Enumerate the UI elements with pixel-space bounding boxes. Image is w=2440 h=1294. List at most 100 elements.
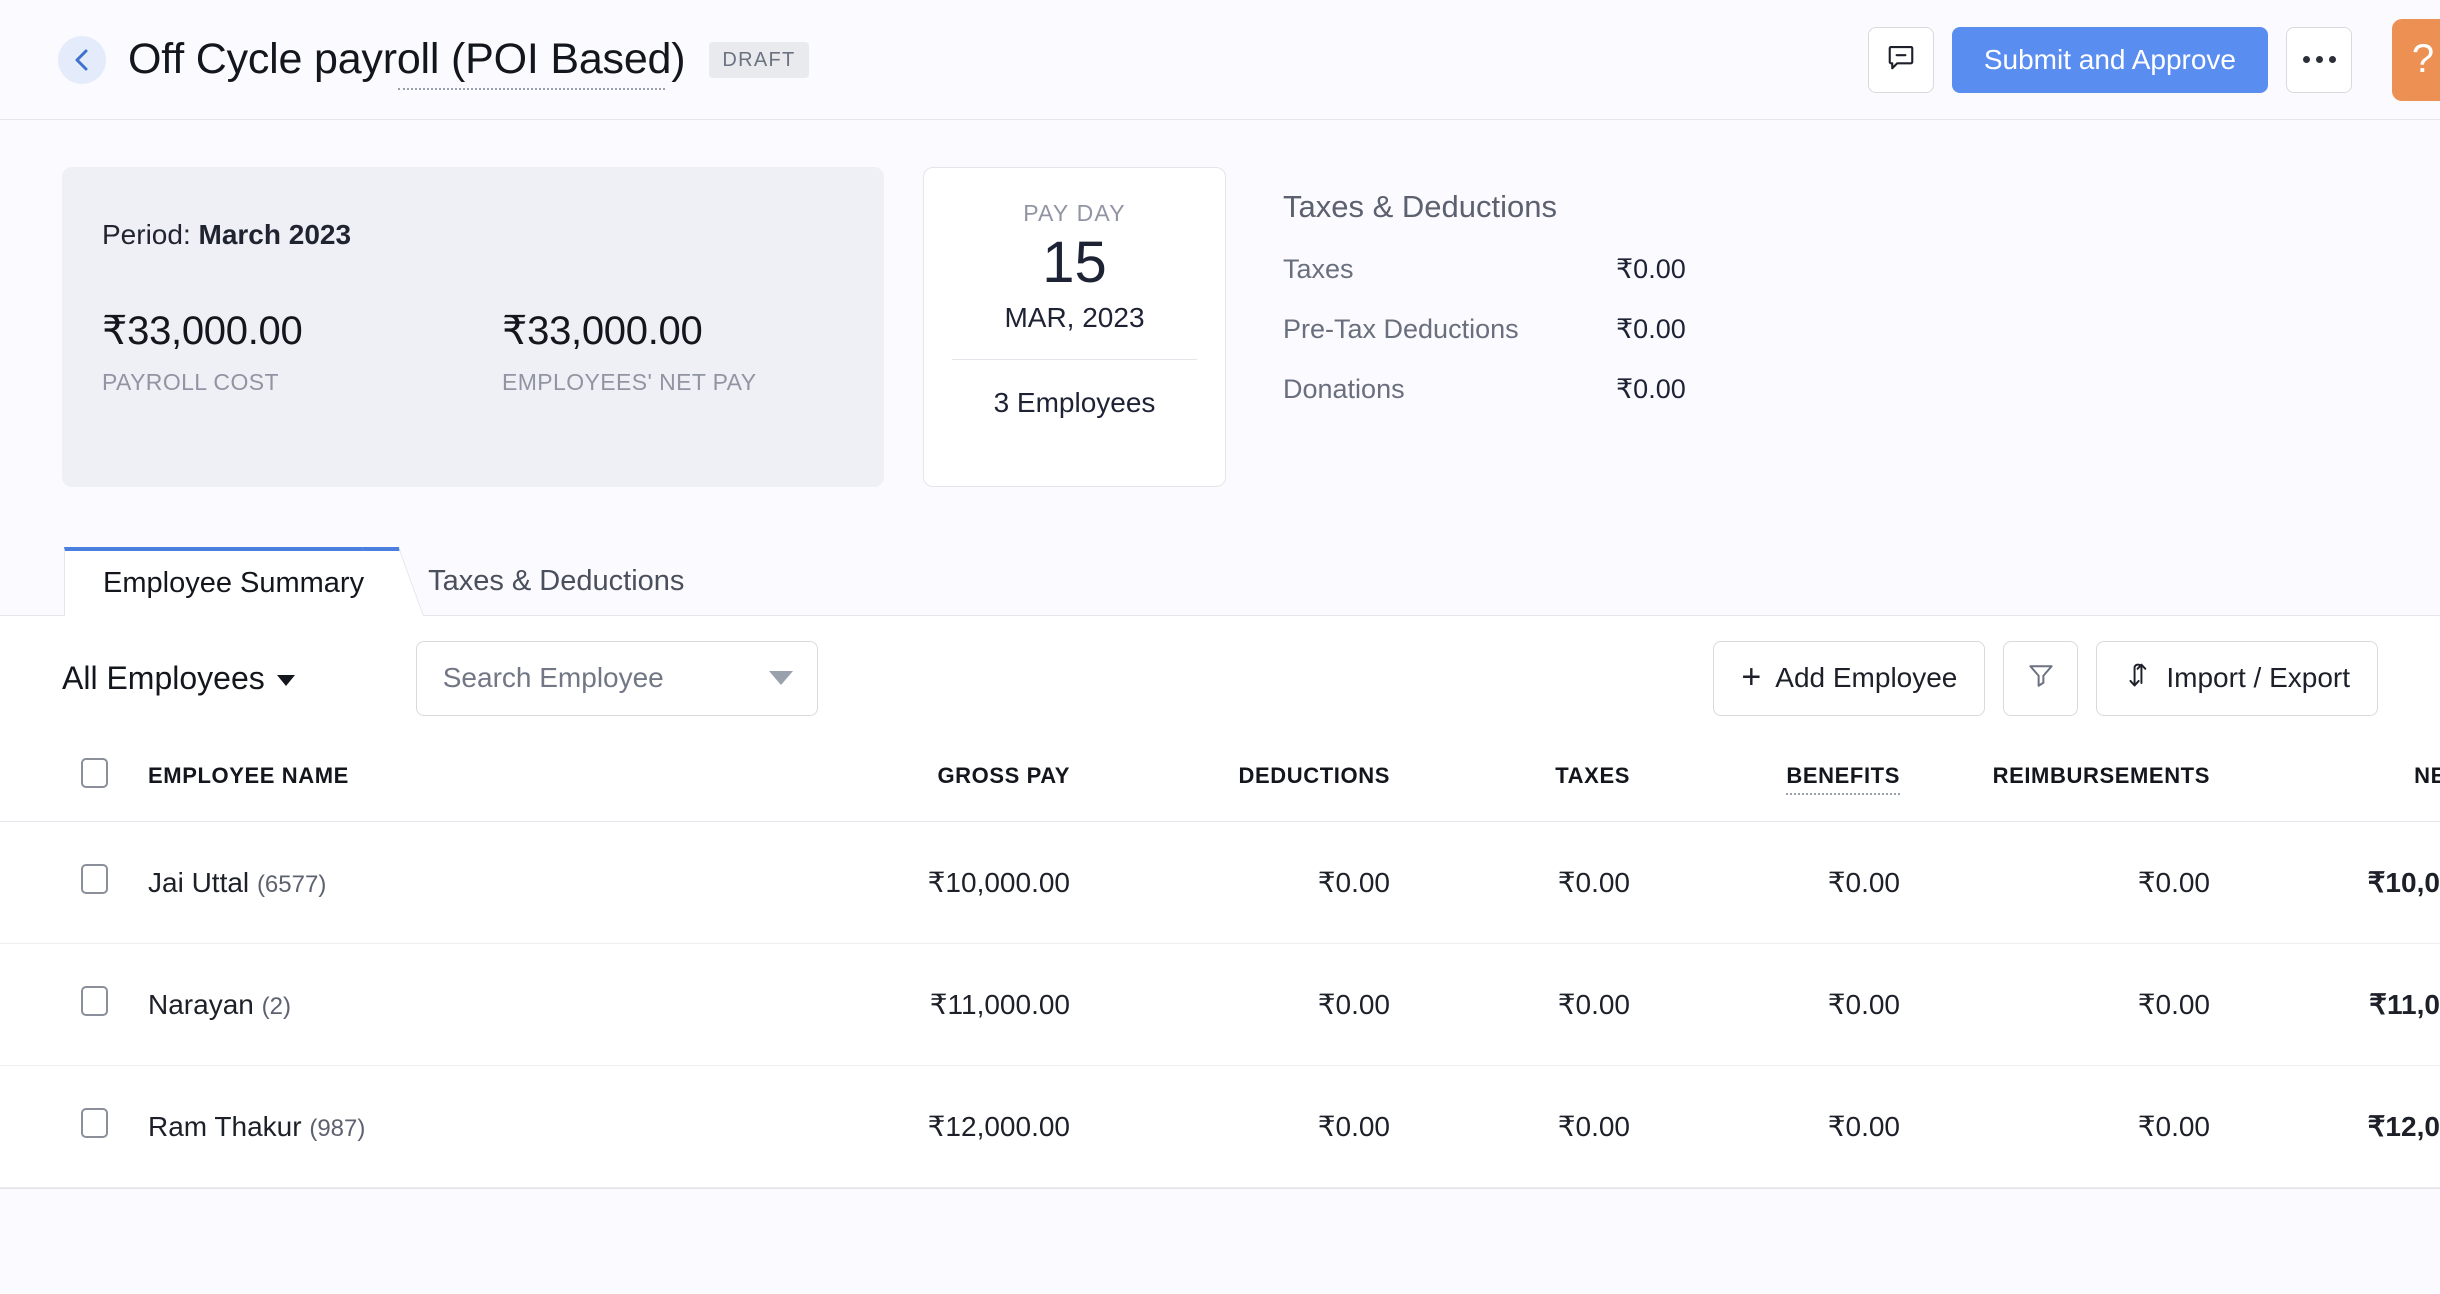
cell-gross-pay: ₹12,000.00 [720, 1065, 1070, 1188]
import-export-button[interactable]: Import / Export [2096, 640, 2378, 716]
table-body: Jai Uttal (6577) ₹10,000.00 ₹0.00 ₹0.00 … [0, 821, 2440, 1188]
select-all-header [0, 740, 130, 822]
row-checkbox[interactable] [80, 1108, 108, 1138]
cell-employee-name: Ram Thakur (987) [130, 1065, 720, 1188]
payroll-cost-label: PAYROLL COST [102, 369, 279, 395]
title-group: Off Cycle payroll (POI Based) DRAFT [128, 35, 809, 90]
taxes-panel-title: Taxes & Deductions [1283, 189, 1557, 224]
pay-day-divider [952, 358, 1197, 360]
tax-row: Pre-Tax Deductions ₹0.00 [1283, 314, 1713, 345]
tab-employee-summary[interactable]: Employee Summary [64, 547, 391, 616]
cell-taxes: ₹0.00 [1390, 1065, 1630, 1188]
column-deductions: DEDUCTIONS [1070, 740, 1390, 822]
column-reimbursements: REIMBURSEMENTS [1900, 740, 2210, 822]
table-header: EMPLOYEE NAME GROSS PAY DEDUCTIONS TAXES… [0, 740, 2440, 822]
row-checkbox[interactable] [80, 986, 108, 1016]
cell-deductions: ₹0.00 [1070, 1065, 1390, 1188]
employee-count: 3 Employees [993, 386, 1156, 418]
select-all-checkbox[interactable] [80, 758, 108, 788]
employee-name: Jai Uttal [148, 866, 250, 898]
tax-row-label: Taxes [1283, 254, 1354, 284]
tax-row: Donations ₹0.00 [1283, 374, 1713, 405]
toolbar-right-actions: + Add Employee Import / Export [1713, 640, 2378, 716]
column-employee-name: EMPLOYEE NAME [130, 740, 720, 822]
search-employee-select[interactable]: Search Employee [415, 640, 818, 716]
employee-id: (6577) [256, 870, 327, 898]
cell-reimbursements: ₹0.00 [1900, 943, 2210, 1066]
page-title: Off Cycle payroll (POI Based) [128, 35, 686, 90]
cell-net-pay: ₹11,000.00 [2210, 943, 2440, 1066]
cell-net-pay: ₹12,000.00 [2210, 1065, 2440, 1188]
all-employees-dropdown[interactable]: All Employees [62, 660, 295, 697]
tab-label: Employee Summary [103, 567, 365, 599]
column-gross-pay: GROSS PAY [720, 740, 1070, 822]
chevron-left-icon [71, 46, 93, 74]
net-pay-block: ₹33,000.00 EMPLOYEES' NET PAY [502, 308, 756, 396]
cell-gross-pay: ₹11,000.00 [720, 943, 1070, 1066]
cell-benefits: ₹0.00 [1630, 821, 1900, 944]
pay-day-month-year: MAR, 2023 [1004, 301, 1145, 333]
cell-benefits: ₹0.00 [1630, 943, 1900, 1066]
title-dotted-underline [398, 88, 666, 90]
back-button[interactable] [58, 35, 106, 84]
row-select-cell [0, 821, 130, 944]
pay-day-card: PAY DAY 15 MAR, 2023 3 Employees [923, 167, 1226, 487]
employee-table: EMPLOYEE NAME GROSS PAY DEDUCTIONS TAXES… [0, 740, 2440, 1188]
help-button[interactable]: ? [2392, 18, 2440, 101]
cell-deductions: ₹0.00 [1070, 821, 1390, 944]
column-net-pay: NET PAY [2210, 740, 2440, 822]
period-label: Period: [102, 219, 191, 250]
cell-employee-name: Narayan (2) [130, 943, 720, 1066]
row-checkbox[interactable] [80, 864, 108, 894]
tab-bar: Employee Summary Taxes & Deductions [0, 547, 2440, 616]
tab-taxes-deductions[interactable]: Taxes & Deductions [390, 547, 722, 616]
tax-row-value: ₹0.00 [1616, 314, 1686, 344]
cell-gross-pay: ₹10,000.00 [720, 821, 1070, 944]
page-header: Off Cycle payroll (POI Based) DRAFT Subm… [0, 0, 2440, 120]
search-input-placeholder: Search Employee [442, 662, 664, 693]
all-employees-label: All Employees [62, 659, 265, 696]
payroll-cost-block: ₹33,000.00 PAYROLL COST [102, 308, 502, 396]
status-badge: DRAFT [709, 41, 809, 78]
cell-taxes: ₹0.00 [1390, 943, 1630, 1066]
more-options-button[interactable] [2286, 26, 2352, 93]
add-employee-label: Add Employee [1775, 662, 1958, 693]
row-select-cell [0, 1065, 130, 1188]
period-line: Period: March 2023 [102, 219, 832, 251]
employee-id: (2) [261, 992, 291, 1020]
row-select-cell [0, 943, 130, 1066]
import-export-icon [2124, 659, 2152, 698]
cell-employee-name: Jai Uttal (6577) [130, 821, 720, 944]
submit-and-approve-button[interactable]: Submit and Approve [1951, 26, 2268, 93]
tab-label: Taxes & Deductions [428, 565, 685, 597]
employee-name: Ram Thakur [148, 1110, 302, 1142]
chevron-down-icon [276, 674, 295, 686]
summary-section: Period: March 2023 ₹33,000.00 PAYROLL CO… [0, 120, 2440, 487]
table-toolbar: All Employees Search Employee + Add Empl… [0, 616, 2440, 740]
tax-row-label: Pre-Tax Deductions [1283, 314, 1519, 344]
payroll-cost-card: Period: March 2023 ₹33,000.00 PAYROLL CO… [62, 167, 884, 487]
table-header-row: EMPLOYEE NAME GROSS PAY DEDUCTIONS TAXES… [0, 740, 2440, 822]
funnel-icon [2026, 660, 2056, 697]
add-employee-button[interactable]: + Add Employee [1713, 640, 1986, 716]
header-actions: Submit and Approve ? [1867, 0, 2440, 119]
table-row: Ram Thakur (987) ₹12,000.00 ₹0.00 ₹0.00 … [0, 1065, 2440, 1188]
employee-name: Narayan [148, 988, 254, 1020]
import-export-label: Import / Export [2166, 662, 2350, 693]
pay-day-label: PAY DAY [1023, 200, 1126, 226]
chevron-down-icon [768, 671, 793, 685]
table-bottom-divider [0, 1188, 2440, 1189]
cell-reimbursements: ₹0.00 [1900, 1065, 2210, 1188]
cell-taxes: ₹0.00 [1390, 821, 1630, 944]
column-benefits-label: BENEFITS [1786, 763, 1900, 795]
plus-icon: + [1741, 657, 1762, 696]
tax-row: Taxes ₹0.00 [1283, 254, 1713, 285]
filter-button[interactable] [2003, 640, 2079, 716]
cell-reimbursements: ₹0.00 [1900, 821, 2210, 944]
pay-day-day: 15 [1042, 230, 1107, 295]
comment-button[interactable] [1867, 26, 1934, 93]
tax-row-value: ₹0.00 [1616, 374, 1686, 404]
tax-row-value: ₹0.00 [1616, 254, 1686, 284]
net-pay-value: ₹33,000.00 [502, 309, 703, 353]
cell-net-pay: ₹10,000.00 [2210, 821, 2440, 944]
